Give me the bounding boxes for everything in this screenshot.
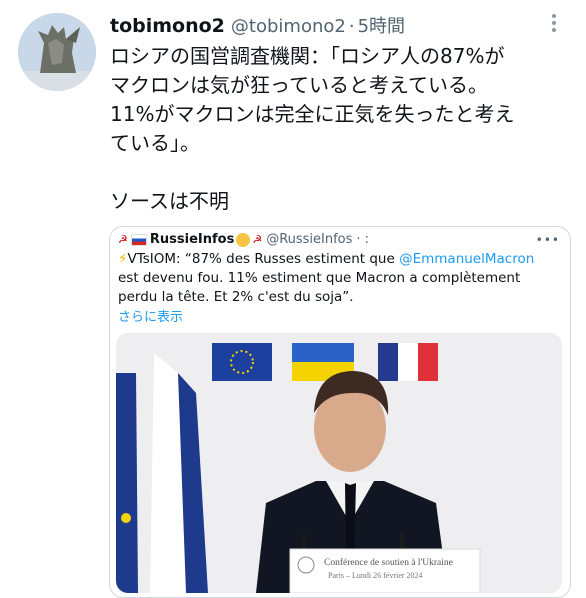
emoji-icon [236, 232, 251, 247]
quoted-handle[interactable]: @RussieInfos [266, 232, 352, 247]
quoted-tweet[interactable]: ☭ RussieInfos ☭ @RussieInfos · : ••• ⚡VT… [109, 226, 571, 598]
user-handle[interactable]: @tobimono2 [231, 16, 346, 37]
quoted-header: ☭ RussieInfos ☭ @RussieInfos · : [118, 232, 369, 247]
russia-flag-icon [130, 233, 147, 246]
quoted-more-icon[interactable]: ••• [536, 233, 560, 247]
quoted-more-text: · : [356, 232, 370, 247]
tweet-header: tobimono2 @tobimono2 · 5時間 [110, 12, 405, 42]
podium-line2: Paris – Lundi 26 février 2024 [328, 571, 422, 580]
hammer-sickle-icon: ☭ [118, 233, 128, 246]
avatar[interactable] [18, 13, 96, 91]
quoted-photo[interactable]: Conférence de soutien à l'Ukraine Paris … [116, 333, 562, 593]
quoted-text-part: VTsIOM: “87% des Russes estiment que [127, 251, 400, 267]
mention-link[interactable]: @EmmanuelMacron [399, 251, 534, 267]
timestamp[interactable]: 5時間 [358, 12, 405, 38]
quoted-display-name[interactable]: RussieInfos [150, 232, 234, 247]
quoted-text: ⚡VTsIOM: “87% des Russes estiment que @E… [118, 250, 558, 307]
more-icon[interactable] [548, 14, 560, 36]
hammer-sickle-icon: ☭ [252, 233, 263, 246]
show-more-link[interactable]: さらに表示 [118, 306, 183, 325]
separator-dot: · [348, 16, 355, 37]
quoted-text-part: est devenu fou. 11% estiment que Macron … [118, 270, 521, 305]
podium-line1: Conférence de soutien à l'Ukraine [324, 557, 453, 568]
tweet-text: ロシアの国営調査機関：「ロシア人の87%が マクロンは気が狂っていると考えている… [110, 44, 515, 213]
photo-image: Conférence de soutien à l'Ukraine Paris … [116, 333, 562, 593]
display-name[interactable]: tobimono2 [110, 15, 225, 37]
avatar-image [18, 13, 96, 91]
